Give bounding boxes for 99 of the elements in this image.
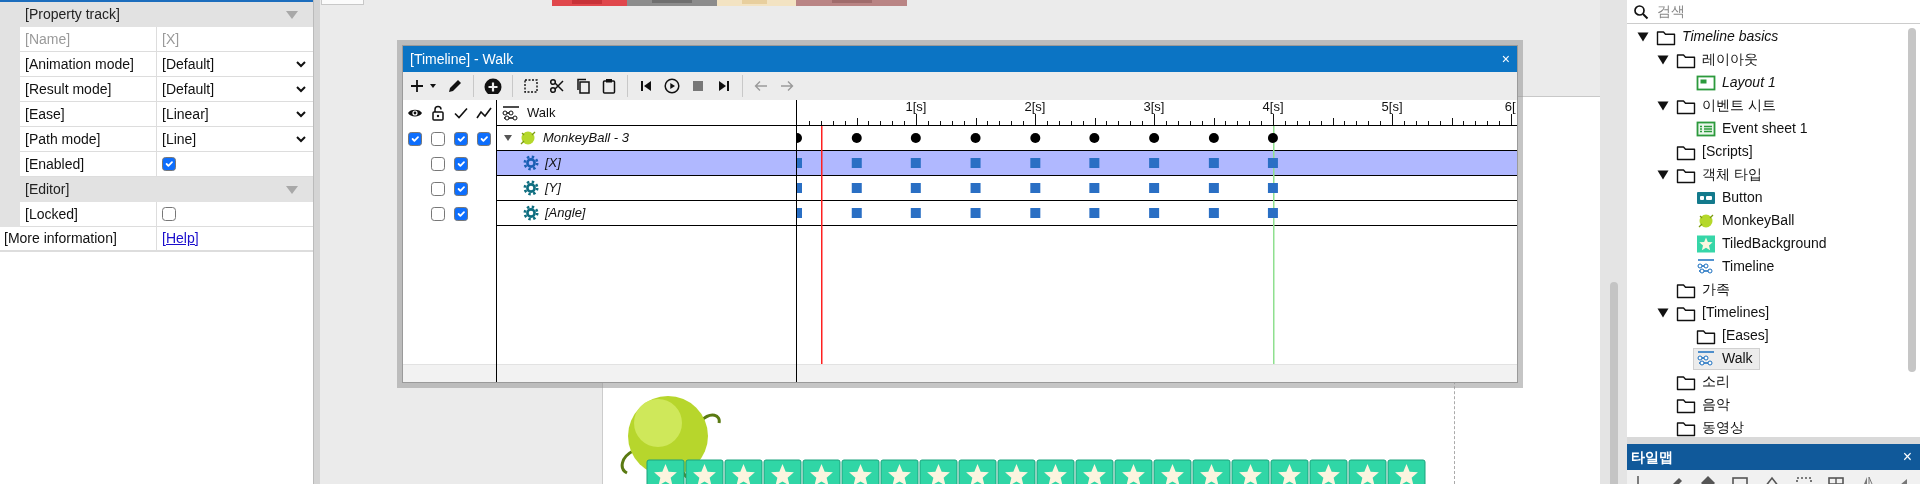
locked-checkbox[interactable]	[430, 181, 445, 196]
tree-item[interactable]: 음악	[1673, 393, 1737, 416]
timeline-icon	[1696, 257, 1716, 276]
padlock-icon	[429, 105, 446, 121]
tree-item[interactable]: [Timelines]	[1673, 301, 1777, 324]
track-item[interactable]: MonkeyBall - 3	[497, 126, 796, 150]
tree-item[interactable]: 동영상	[1673, 416, 1751, 439]
line-graph-icon	[476, 105, 493, 121]
enabled-checkbox[interactable]	[454, 156, 469, 171]
chevron-down-icon	[295, 133, 307, 145]
tick-label: 6[	[1504, 100, 1516, 114]
scrollbar[interactable]	[1610, 282, 1618, 484]
checkmark-icon	[453, 105, 470, 121]
dropdown[interactable]: [Default]	[157, 52, 313, 77]
tree-item[interactable]: 소리	[1673, 370, 1737, 393]
track-item[interactable]: [X]	[497, 151, 796, 175]
event-sheet-icon	[1696, 119, 1716, 138]
scissors-icon[interactable]	[549, 78, 565, 94]
selection-icon[interactable]	[523, 78, 539, 94]
stop-icon[interactable]	[690, 78, 706, 94]
tree-item[interactable]: Timeline basics	[1653, 25, 1786, 48]
collapse-arrow-icon[interactable]	[1657, 306, 1669, 319]
tree-item[interactable]: 가족	[1673, 278, 1737, 301]
tree-item[interactable]: Timeline	[1693, 255, 1782, 278]
panel-title: 타일맵	[1631, 447, 1673, 467]
checkbox[interactable]	[162, 207, 176, 221]
property-value: [X]	[157, 27, 313, 52]
copy-icon[interactable]	[575, 78, 591, 94]
caret-icon[interactable]	[503, 133, 513, 143]
enabled-checkbox[interactable]	[454, 181, 469, 196]
section-header[interactable]: [Editor]	[0, 177, 313, 202]
timeline-icon	[1696, 349, 1716, 368]
tree-item[interactable]: TiledBackground	[1693, 232, 1834, 255]
gear-icon	[523, 155, 539, 171]
close-button[interactable]: ×	[1902, 445, 1912, 469]
property-label: [Path mode]	[20, 127, 157, 152]
plus-icon[interactable]	[409, 78, 425, 94]
property-label: [Name]	[20, 27, 157, 52]
visible-checkbox[interactable]	[407, 131, 422, 146]
property-label: [Animation mode]	[20, 52, 157, 77]
tree-item[interactable]: [Eases]	[1693, 324, 1776, 347]
gear-icon	[523, 180, 539, 196]
section-header[interactable]: [Property track]	[0, 2, 313, 27]
ball-icon	[519, 129, 537, 147]
gear-icon	[523, 205, 539, 221]
chevron-down-icon	[295, 58, 307, 70]
tick-label: 5[s]	[1381, 100, 1403, 114]
graph-checkbox[interactable]	[477, 131, 492, 146]
property-label: [More information]	[0, 227, 157, 251]
chevron-down-icon	[295, 108, 307, 120]
tick-label: 3[s]	[1143, 100, 1165, 114]
collapse-arrow-icon[interactable]	[1657, 99, 1669, 112]
track-item[interactable]: [Angle]	[497, 201, 796, 225]
window-title: [Timeline] - Walk	[410, 49, 514, 69]
clipboard-icon[interactable]	[601, 78, 617, 94]
tree-item[interactable]: Button	[1693, 186, 1770, 209]
property-label: [Ease]	[20, 102, 157, 127]
tree-item[interactable]: 객체 타입	[1673, 163, 1769, 186]
tick-label: 2[s]	[1024, 100, 1046, 114]
locked-checkbox[interactable]	[430, 156, 445, 171]
locked-checkbox[interactable]	[430, 131, 445, 146]
collapse-arrow-icon[interactable]	[1657, 53, 1669, 66]
star-tile-icon	[1696, 234, 1716, 253]
skip-back-icon[interactable]	[638, 78, 654, 94]
dropdown[interactable]: [Default]	[157, 77, 313, 102]
pencil-icon[interactable]	[447, 78, 463, 94]
property-label: [Enabled]	[20, 152, 157, 177]
timeline-icon	[501, 104, 521, 121]
tree-item[interactable]: 레이아웃	[1673, 48, 1765, 71]
property-label: [Result mode]	[20, 77, 157, 102]
checkbox[interactable]	[162, 157, 176, 171]
collapse-arrow-icon[interactable]	[1637, 30, 1649, 43]
dropdown[interactable]: [Line]	[157, 127, 313, 152]
timeline-name: Walk	[527, 103, 556, 122]
layout-icon	[1696, 73, 1716, 92]
help-link[interactable]: [Help]	[162, 228, 199, 249]
tick-label: 1[s]	[905, 100, 927, 114]
tree-item[interactable]: 이벤트 시트	[1673, 94, 1783, 117]
scrollbar[interactable]	[1908, 28, 1916, 372]
search-field[interactable]: 검색	[1655, 0, 1920, 23]
add-circle-icon[interactable]	[484, 78, 502, 94]
tree-item[interactable]: MonkeyBall	[1693, 209, 1802, 232]
enabled-checkbox[interactable]	[454, 131, 469, 146]
search-icon	[1633, 3, 1649, 20]
play-icon[interactable]	[664, 78, 680, 94]
enabled-checkbox[interactable]	[454, 206, 469, 221]
close-button[interactable]: ×	[1501, 48, 1510, 70]
tree-item[interactable]: Layout 1	[1693, 71, 1783, 94]
dropdown[interactable]: [Linear]	[157, 102, 313, 127]
collapse-arrow-icon[interactable]	[1657, 168, 1669, 181]
property-label: [Locked]	[20, 202, 157, 227]
locked-checkbox[interactable]	[430, 206, 445, 221]
tree-item[interactable]: Walk	[1693, 347, 1760, 370]
chevron-down-icon	[295, 83, 307, 95]
track-item[interactable]: [Y]	[497, 176, 796, 200]
tree-item[interactable]: Event sheet 1	[1693, 117, 1815, 140]
tick-label: 4[s]	[1262, 100, 1284, 114]
skip-forward-icon[interactable]	[716, 78, 732, 94]
tree-item[interactable]: [Scripts]	[1673, 140, 1760, 163]
